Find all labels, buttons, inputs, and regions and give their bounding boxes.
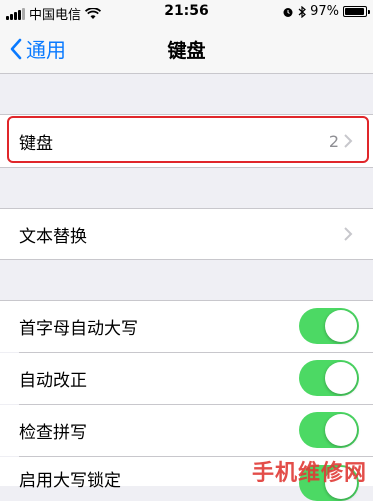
check-spelling-toggle[interactable]	[299, 412, 359, 448]
battery-percent: 97%	[310, 4, 339, 19]
watermark: 手机维修网	[251, 461, 367, 486]
toggle-knob	[325, 362, 357, 394]
toggle-label: 启用大写锁定	[19, 471, 121, 491]
bluetooth-icon	[298, 5, 307, 18]
battery-icon	[343, 6, 370, 17]
toggle-knob	[325, 310, 357, 342]
highlight-box	[7, 116, 369, 163]
toggle-label: 检查拼写	[19, 423, 87, 443]
auto-capitalization-toggle[interactable]	[299, 308, 359, 344]
battery-fill	[345, 8, 365, 15]
toggle-label: 首字母自动大写	[19, 319, 138, 339]
text-replacement-label: 文本替换	[19, 226, 87, 247]
page-title: 键盘	[167, 40, 206, 62]
toggle-label: 自动改正	[19, 371, 87, 391]
auto-correction-toggle[interactable]	[299, 360, 359, 396]
status-right: 97%	[282, 4, 370, 19]
alarm-icon	[283, 7, 293, 17]
toggle-knob	[325, 414, 357, 446]
section-bottom-border	[0, 167, 373, 168]
toggle-row: 检查拼写	[0, 405, 373, 456]
chevron-right-icon	[344, 227, 353, 241]
status-bar: 中国电信 21:56 97%	[0, 0, 373, 24]
toggle-row: 首字母自动大写	[0, 301, 373, 352]
nav-bar: 通用 键盘	[0, 24, 373, 74]
toggle-row: 自动改正	[0, 353, 373, 404]
section-bottom-border	[0, 259, 373, 260]
text-replacement-row[interactable]: 文本替换	[0, 209, 373, 259]
